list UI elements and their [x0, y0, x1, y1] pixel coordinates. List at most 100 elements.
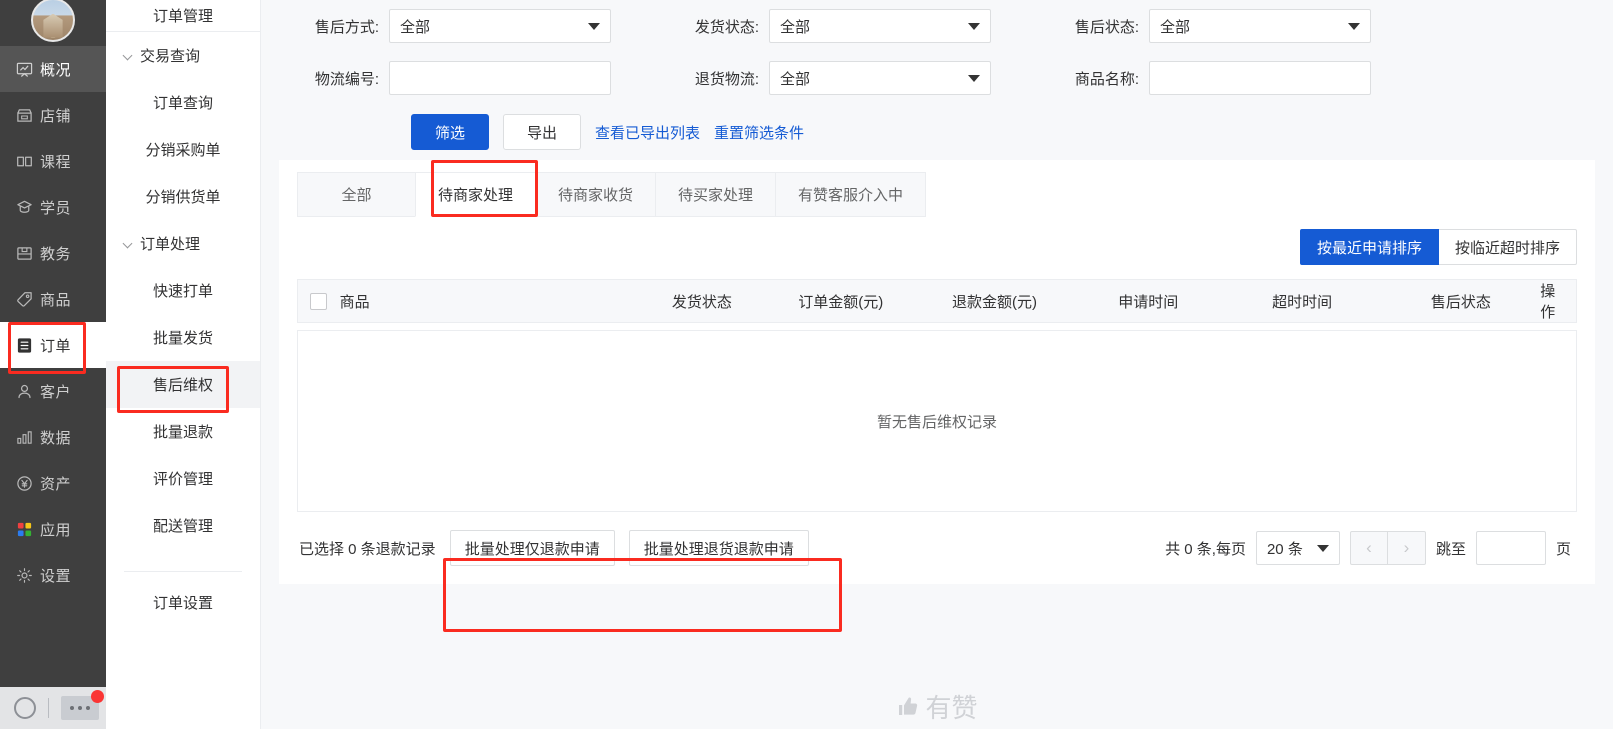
order-subnav: 订单管理 交易查询 订单查询 分销采购单 分销供货单 订单处理 快速打单 批量发…: [106, 0, 261, 729]
subnav-item-order-settings[interactable]: 订单设置: [106, 572, 260, 632]
export-button[interactable]: 导出: [503, 114, 581, 150]
logistics-no-input[interactable]: [389, 61, 611, 95]
taskbar-notification-badge: [91, 690, 104, 703]
filter-label: 发货状态:: [694, 18, 759, 36]
rail-item-settings[interactable]: 设置: [0, 552, 106, 598]
customer-icon: [15, 382, 33, 400]
chevron-down-icon: [1316, 544, 1329, 552]
subnav-item-batch-refund[interactable]: 批量退款: [106, 408, 260, 455]
page-size-select[interactable]: 20 条: [1255, 531, 1340, 565]
next-page-button[interactable]: ›: [1387, 531, 1426, 565]
rail-item-order[interactable]: 订单: [0, 322, 106, 368]
tab-label: 待商家处理: [438, 187, 514, 204]
batch-refund-only-button[interactable]: 批量处理仅退款申请: [449, 530, 615, 566]
subnav-item-order-query[interactable]: 订单查询: [106, 79, 260, 126]
subnav-item-distribution-purchase[interactable]: 分销采购单: [106, 126, 260, 173]
aftersale-status-select[interactable]: 全部: [1149, 9, 1371, 43]
order-list-icon: [15, 336, 33, 354]
select-all-checkbox[interactable]: [310, 292, 328, 310]
rail-item-teaching[interactable]: 教务: [0, 230, 106, 276]
prev-page-button[interactable]: ‹: [1349, 531, 1388, 565]
youzan-logo: 有赞: [896, 688, 978, 725]
subnav-item-batch-ship[interactable]: 批量发货: [106, 314, 260, 361]
subnav-item-label: 订单查询: [152, 95, 213, 112]
batch-return-refund-button[interactable]: 批量处理退货退款申请: [628, 530, 809, 566]
tab-label: 待买家处理: [678, 187, 754, 204]
column-label: 订单金额(元): [798, 293, 884, 311]
subnav-item-label: 批量退款: [152, 424, 213, 441]
return-logistics-select[interactable]: 全部: [769, 61, 991, 95]
chevron-down-icon: [968, 22, 980, 30]
goods-name-input[interactable]: [1149, 61, 1371, 95]
rail-item-label: 课程: [40, 153, 72, 171]
selection-count-text: 已选择 0 条退款记录: [299, 540, 436, 558]
taskbar-more-icon[interactable]: [61, 690, 104, 720]
view-exported-list-link[interactable]: 查看已导出列表: [595, 122, 700, 143]
rail-item-label: 店铺: [40, 107, 72, 125]
apps-icon: [15, 520, 33, 538]
page-unit-label: 页: [1555, 540, 1571, 558]
overview-icon: [15, 60, 33, 78]
rail-item-data[interactable]: 数据: [0, 414, 106, 460]
tab-all[interactable]: 全部: [297, 172, 415, 217]
rail-item-overview[interactable]: 概况: [0, 46, 106, 92]
subnav-item-distribution-supply[interactable]: 分销供货单: [106, 173, 260, 220]
filter-aftersale-method: 售后方式: 全部: [279, 9, 611, 43]
rail-item-goods[interactable]: 商品: [0, 276, 106, 322]
avatar[interactable]: [31, 0, 75, 42]
os-taskbar: [0, 687, 106, 729]
aftersale-method-value: 全部: [400, 18, 431, 36]
filter-button[interactable]: 筛选: [411, 114, 489, 150]
filter-actions: 筛选 导出 查看已导出列表 重置筛选条件: [279, 104, 1595, 160]
tab-pending-merchant-receive[interactable]: 待商家收货: [535, 172, 656, 217]
tab-pending-merchant[interactable]: 待商家处理: [415, 172, 536, 217]
subnav-item-label: 售后维权: [152, 377, 213, 394]
reset-filters-link[interactable]: 重置筛选条件: [714, 122, 804, 143]
aftersale-method-select[interactable]: 全部: [389, 9, 611, 43]
rail-item-assets[interactable]: 资产: [0, 460, 106, 506]
rail-item-shop[interactable]: 店铺: [0, 92, 106, 138]
column-timeout-time: 超时时间: [1223, 291, 1382, 312]
chevron-down-icon: [124, 51, 134, 61]
column-label: 操作: [1540, 283, 1556, 321]
filter-goods-name: 商品名称:: [1039, 61, 1371, 95]
subnav-group-order-process[interactable]: 订单处理: [106, 220, 260, 267]
filter-label: 物流编号:: [314, 70, 379, 88]
return-logistics-value: 全部: [780, 70, 811, 88]
subnav-item-aftersale[interactable]: 售后维权: [106, 361, 260, 408]
tab-pending-buyer[interactable]: 待买家处理: [655, 172, 776, 217]
table-footer-bar: 已选择 0 条退款记录 批量处理仅退款申请 批量处理退货退款申请 共 0 条,每…: [297, 512, 1577, 584]
taskbar-circle-icon[interactable]: [14, 697, 36, 719]
pagination: 共 0 条,每页 20 条 ‹ › 跳至 页: [1165, 531, 1575, 565]
sort-by-near-timeout[interactable]: 按临近超时排序: [1438, 229, 1577, 265]
filter-panel: 售后方式: 全部 发货状态: 全部 售后状态: 全部 物流编号: 退货物流: 全…: [261, 0, 1613, 160]
sort-by-recent-application[interactable]: 按最近申请排序: [1299, 229, 1439, 265]
rail-item-apps[interactable]: 应用: [0, 506, 106, 552]
tab-youzan-support[interactable]: 有赞客服介入中: [775, 172, 927, 217]
rail-item-label: 客户: [40, 383, 72, 401]
rail-item-student[interactable]: 学员: [0, 184, 106, 230]
page-size-value: 20 条: [1266, 540, 1303, 558]
subnav-group-trade-query[interactable]: 交易查询: [106, 32, 260, 79]
aftersale-tabs: 全部 待商家处理 待商家收货 待买家处理 有赞客服介入中: [279, 160, 1595, 217]
shipping-status-select[interactable]: 全部: [769, 9, 991, 43]
column-label: 售后状态: [1430, 293, 1491, 311]
rail-item-label: 教务: [40, 245, 72, 263]
page-arrows: ‹ ›: [1349, 531, 1426, 565]
subnav-item-review-manage[interactable]: 评价管理: [106, 455, 260, 502]
rail-item-label: 数据: [40, 429, 72, 447]
subnav-item-label: 订单设置: [152, 594, 213, 612]
select-all-cell: [298, 292, 340, 310]
rail-item-course[interactable]: 课程: [0, 138, 106, 184]
filter-label: 售后方式:: [314, 18, 379, 36]
rail-item-label: 应用: [40, 521, 72, 539]
filter-logistics-no: 物流编号:: [279, 61, 611, 95]
jump-page-input[interactable]: [1475, 531, 1546, 565]
column-label: 退款金额(元): [952, 293, 1038, 311]
rail-item-customer[interactable]: 客户: [0, 368, 106, 414]
goods-tag-icon: [15, 290, 33, 308]
subnav-item-delivery-manage[interactable]: 配送管理: [106, 502, 260, 549]
gear-icon: [15, 566, 33, 584]
filter-row-2: 物流编号: 退货物流: 全部 商品名称:: [279, 52, 1595, 104]
subnav-item-quick-print[interactable]: 快速打单: [106, 267, 260, 314]
